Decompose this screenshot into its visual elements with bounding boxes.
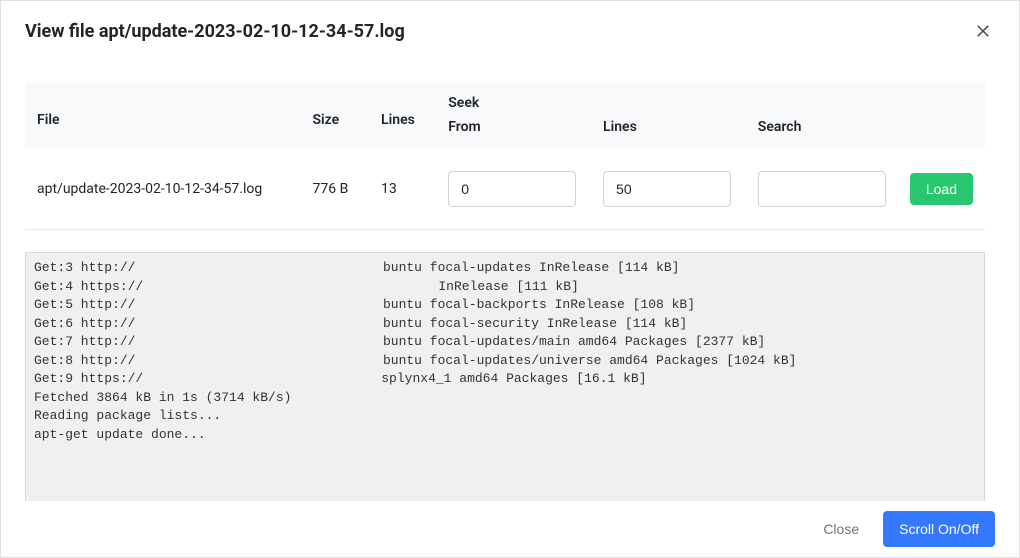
table-row: apt/update-2023-02-10-12-34-57.log 776 B… xyxy=(25,149,985,230)
modal-footer: Close Scroll On/Off xyxy=(1,501,1019,557)
seek-from-input[interactable] xyxy=(448,171,576,207)
scroll-toggle-button[interactable]: Scroll On/Off xyxy=(883,511,995,547)
file-lines-cell: 13 xyxy=(369,149,436,230)
close-button[interactable]: Close xyxy=(809,513,873,545)
seek-lines-input[interactable] xyxy=(603,171,731,207)
search-input[interactable] xyxy=(758,171,886,207)
column-from: From xyxy=(436,115,591,149)
column-size: Size xyxy=(301,81,370,149)
close-icon[interactable] xyxy=(971,19,995,43)
column-lines: Lines xyxy=(369,81,436,149)
column-load xyxy=(898,115,985,149)
column-seek: Seek xyxy=(436,81,985,115)
column-seek-lines: Lines xyxy=(591,115,746,149)
column-file: File xyxy=(25,81,301,149)
file-name-cell: apt/update-2023-02-10-12-34-57.log xyxy=(25,149,301,230)
file-size-cell: 776 B xyxy=(301,149,370,230)
content-scroll-area[interactable]: File Size Lines Seek From Lines Search a… xyxy=(1,57,1009,501)
modal-title: View file apt/update-2023-02-10-12-34-57… xyxy=(25,21,405,42)
column-search: Search xyxy=(746,115,898,149)
file-info-table: File Size Lines Seek From Lines Search a… xyxy=(25,81,985,230)
load-button[interactable]: Load xyxy=(910,173,973,205)
log-content[interactable]: Get:3 http://⠀⠀⠀⠀⠀⠀⠀⠀⠀⠀⠀⠀⠀⠀⠀⠀⠀⠀⠀⠀⠀⠀⠀⠀⠀⠀b… xyxy=(25,252,985,501)
modal-header: View file apt/update-2023-02-10-12-34-57… xyxy=(1,1,1019,57)
